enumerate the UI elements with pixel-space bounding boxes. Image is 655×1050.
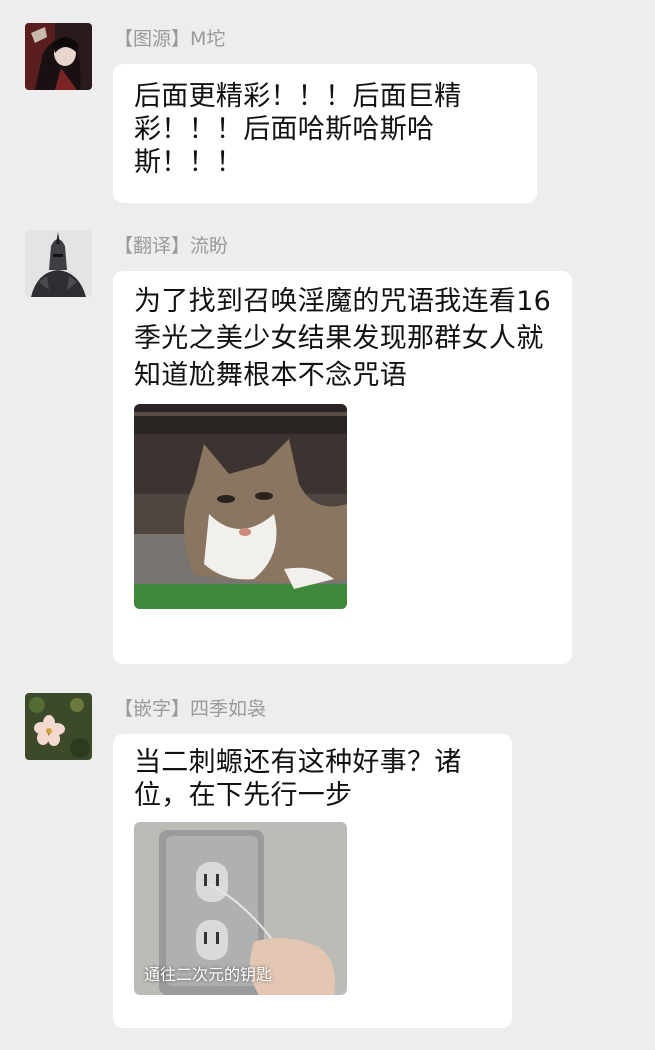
cat-meme-icon (134, 404, 347, 609)
message-bubble: 为了找到召唤淫魔的咒语我连看16季光之美少女结果发现那群女人就知道尬舞根本不念咒… (113, 271, 572, 664)
flower-avatar-icon[interactable] (25, 693, 92, 760)
image-caption: 通往二次元的钥匙 (144, 965, 273, 984)
sender-name: 【翻译】流盼 (114, 235, 229, 257)
message-text: 为了找到召唤淫魔的咒语我连看16季光之美少女结果发现那群女人就知道尬舞根本不念咒… (134, 286, 552, 391)
message-bubble: 当二刺螈还有这种好事？诸位，在下先行一步 通往二次元的钥匙 (113, 734, 512, 1028)
message-bubble: 后面更精彩！！！后面巨精彩！！！后面哈斯哈斯哈斯！！！ (113, 64, 537, 203)
cat-meme-image[interactable] (134, 404, 347, 609)
sender-name: 【嵌字】四季如袅 (114, 698, 267, 720)
sender-name: 【图源】M坨 (114, 28, 226, 50)
power-outlet-meme-image[interactable]: 通往二次元的钥匙 (134, 822, 347, 995)
message-text: 后面更精彩！！！后面巨精彩！！！后面哈斯哈斯哈斯！！！ (134, 81, 462, 178)
message-text: 当二刺螈还有这种好事？诸位，在下先行一步 (134, 747, 462, 811)
anime-character-avatar-icon[interactable] (25, 23, 92, 90)
dark-knight-avatar-icon[interactable] (25, 230, 92, 297)
